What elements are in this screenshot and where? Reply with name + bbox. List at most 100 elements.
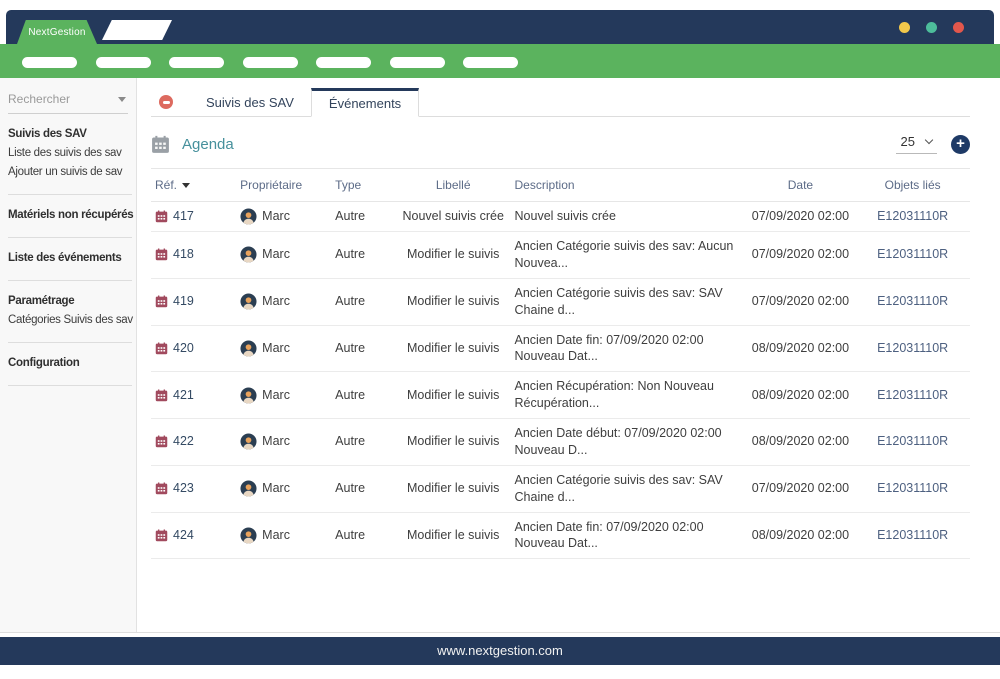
sidebar-group: Liste des événements xyxy=(8,238,132,281)
event-libelle: Modifier le suivis xyxy=(396,278,511,325)
header-proprietaire[interactable]: Propriétaire xyxy=(236,169,331,202)
event-description: Ancien Date début: 07/09/2020 02:00 Nouv… xyxy=(511,419,746,466)
nav-placeholder-6[interactable] xyxy=(390,57,445,68)
event-description: Ancien Date fin: 07/09/2020 02:00 Nouvea… xyxy=(511,512,746,559)
minimize-dot-icon[interactable] xyxy=(899,22,910,33)
nav-placeholder-4[interactable] xyxy=(243,57,298,68)
event-type: Autre xyxy=(331,202,396,232)
avatar xyxy=(240,208,257,225)
page-size-select[interactable]: 25 xyxy=(896,134,937,154)
nav-placeholder-3[interactable] xyxy=(169,57,224,68)
table-row[interactable]: 420 Marc Autre Modifier le suivis Ancien… xyxy=(151,325,970,372)
sidebar-item-param-trage[interactable]: Paramétrage xyxy=(8,295,132,307)
content-divider xyxy=(0,632,1000,633)
owner-name: Marc xyxy=(262,387,290,404)
event-type: Autre xyxy=(331,278,396,325)
page-size-value: 25 xyxy=(901,134,915,149)
owner-name: Marc xyxy=(262,527,290,544)
section-title: Agenda xyxy=(182,136,234,153)
sidebar-item-suivis-des-sav[interactable]: Suivis des SAV xyxy=(8,128,132,140)
avatar xyxy=(240,433,257,450)
table-row[interactable]: 423 Marc Autre Modifier le suivis Ancien… xyxy=(151,465,970,512)
events-table: Réf. Propriétaire Type Libellé Descripti… xyxy=(151,168,970,559)
event-ref: 423 xyxy=(173,480,194,497)
table-header-row: Réf. Propriétaire Type Libellé Descripti… xyxy=(151,169,970,202)
sidebar-item-mat-riels-non-r-cup-r-s[interactable]: Matériels non récupérés xyxy=(8,209,132,221)
sidebar-item-ajouter-un-suivis-de-sav[interactable]: Ajouter un suivis de sav xyxy=(8,166,132,178)
linked-object-link[interactable]: E12031110R xyxy=(855,202,970,232)
table-row[interactable]: 418 Marc Autre Modifier le suivis Ancien… xyxy=(151,232,970,279)
owner-name: Marc xyxy=(262,433,290,450)
calendar-icon xyxy=(155,529,168,542)
sidebar-item-cat-gories-suivis-des-sav[interactable]: Catégories Suivis des sav xyxy=(8,314,132,326)
avatar xyxy=(240,527,257,544)
avatar xyxy=(240,293,257,310)
nav-placeholder-7[interactable] xyxy=(463,57,518,68)
event-description: Ancien Catégorie suivis des sav: SAV Cha… xyxy=(511,278,746,325)
event-ref: 422 xyxy=(173,433,194,450)
event-libelle: Modifier le suivis xyxy=(396,419,511,466)
table-row[interactable]: 417 Marc Autre Nouvel suivis crée Nouvel… xyxy=(151,202,970,232)
sidebar-group: Configuration xyxy=(8,343,132,386)
nav-placeholder-5[interactable] xyxy=(316,57,371,68)
maximize-dot-icon[interactable] xyxy=(926,22,937,33)
close-dot-icon[interactable] xyxy=(953,22,964,33)
event-description: Ancien Catégorie suivis des sav: Aucun N… xyxy=(511,232,746,279)
add-event-button[interactable]: + xyxy=(951,135,970,154)
brand-tab[interactable]: NextGestion xyxy=(17,20,97,44)
linked-object-link[interactable]: E12031110R xyxy=(855,465,970,512)
tab-suivis-des-sav[interactable]: Suivis des SAV xyxy=(189,88,311,116)
sidebar-group: Suivis des SAV Liste des suivis des sav Aj… xyxy=(8,114,132,195)
calendar-icon xyxy=(155,389,168,402)
window-controls xyxy=(899,22,964,33)
header-objets-lies[interactable]: Objets liés xyxy=(855,169,970,202)
sidebar-group: Matériels non récupérés xyxy=(8,195,132,238)
table-row[interactable]: 419 Marc Autre Modifier le suivis Ancien… xyxy=(151,278,970,325)
calendar-icon xyxy=(155,342,168,355)
header-libelle[interactable]: Libellé xyxy=(396,169,511,202)
table-row[interactable]: 422 Marc Autre Modifier le suivis Ancien… xyxy=(151,419,970,466)
tab-evenements[interactable]: Événements xyxy=(311,88,419,117)
table-row[interactable]: 424 Marc Autre Modifier le suivis Ancien… xyxy=(151,512,970,559)
titlebar: NextGestion xyxy=(6,10,994,44)
sort-desc-icon xyxy=(182,183,190,188)
event-type: Autre xyxy=(331,372,396,419)
linked-object-link[interactable]: E12031110R xyxy=(855,232,970,279)
sidebar-group: Paramétrage Catégories Suivis des sav xyxy=(8,281,132,343)
header-date[interactable]: Date xyxy=(746,169,856,202)
header-description[interactable]: Description xyxy=(511,169,746,202)
avatar xyxy=(240,387,257,404)
sidebar: Rechercher Suivis des SAV Liste des suivi… xyxy=(0,78,137,633)
event-date: 07/09/2020 02:00 xyxy=(746,232,856,279)
sidebar-item-liste-des-v-nements[interactable]: Liste des événements xyxy=(8,252,132,264)
event-description: Ancien Récupération: Non Nouveau Récupér… xyxy=(511,372,746,419)
calendar-icon xyxy=(155,482,168,495)
avatar xyxy=(240,246,257,263)
nav-placeholder-2[interactable] xyxy=(96,57,151,68)
search-select[interactable]: Rechercher xyxy=(8,92,128,114)
nav-placeholder-1[interactable] xyxy=(22,57,77,68)
linked-object-link[interactable]: E12031110R xyxy=(855,278,970,325)
event-date: 08/09/2020 02:00 xyxy=(746,325,856,372)
header-ref[interactable]: Réf. xyxy=(151,169,236,202)
event-ref: 420 xyxy=(173,340,194,357)
linked-object-link[interactable]: E12031110R xyxy=(855,419,970,466)
header-type[interactable]: Type xyxy=(331,169,396,202)
event-type: Autre xyxy=(331,465,396,512)
footer-url: www.nextgestion.com xyxy=(437,643,563,658)
linked-object-link[interactable]: E12031110R xyxy=(855,512,970,559)
event-date: 07/09/2020 02:00 xyxy=(746,278,856,325)
owner-name: Marc xyxy=(262,208,290,225)
main-navbar xyxy=(0,44,1000,78)
linked-object-link[interactable]: E12031110R xyxy=(855,372,970,419)
linked-object-link[interactable]: E12031110R xyxy=(855,325,970,372)
main-content: Suivis des SAV Événements Agenda 25 + Ré… xyxy=(138,78,1000,633)
sidebar-item-liste-des-suivis-des-sav[interactable]: Liste des suivis des sav xyxy=(8,147,132,159)
event-libelle: Modifier le suivis xyxy=(396,325,511,372)
event-type: Autre xyxy=(331,325,396,372)
event-description: Ancien Catégorie suivis des sav: SAV Cha… xyxy=(511,465,746,512)
calendar-icon xyxy=(151,135,170,154)
sidebar-item-configuration[interactable]: Configuration xyxy=(8,357,132,369)
table-row[interactable]: 421 Marc Autre Modifier le suivis Ancien… xyxy=(151,372,970,419)
agenda-toolbar: Agenda 25 + xyxy=(151,134,970,154)
